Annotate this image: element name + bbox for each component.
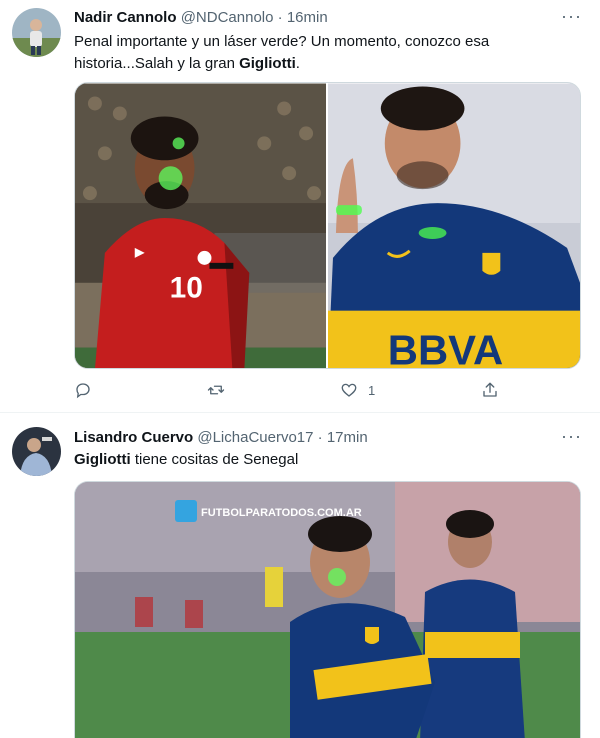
tweet-text: Penal importante y un láser verde? Un mo… bbox=[74, 31, 574, 75]
reply-icon bbox=[76, 383, 90, 399]
share-icon bbox=[483, 382, 497, 397]
share-button[interactable] bbox=[481, 381, 509, 399]
dot-separator: · bbox=[317, 429, 323, 446]
tweet-text-bold: Gigliotti bbox=[239, 55, 296, 72]
tweet-text-part: tiene cositas de Senegal bbox=[130, 451, 299, 468]
like-count: 1 bbox=[368, 382, 376, 398]
tweet-lisandro-cuervo[interactable]: Lisandro Cuervo @LichaCuervo17 · 17min ·… bbox=[0, 413, 600, 738]
tweet-text-part: . bbox=[295, 55, 300, 72]
retweet-icon bbox=[207, 385, 225, 395]
tweet-text-bold: Gigliotti bbox=[74, 451, 131, 468]
timestamp[interactable]: 16min bbox=[287, 9, 328, 26]
media-photo-right[interactable]: BBVA bbox=[328, 83, 580, 369]
avatar[interactable] bbox=[12, 427, 61, 476]
shirt-number: 10 bbox=[170, 272, 203, 305]
handle[interactable]: @LichaCuervo17 bbox=[197, 429, 313, 446]
timestamp[interactable]: 17min bbox=[327, 429, 368, 446]
avatar[interactable] bbox=[12, 8, 61, 57]
tweet-text: Gigliotti tiene cositas de Senegal bbox=[74, 449, 574, 471]
like-icon bbox=[341, 383, 357, 397]
dot-separator: · bbox=[277, 9, 283, 26]
more-icon[interactable]: ··· bbox=[561, 6, 582, 27]
tweet-header: Lisandro Cuervo @LichaCuervo17 · 17min bbox=[74, 429, 368, 447]
more-icon[interactable]: ··· bbox=[561, 426, 582, 447]
retweet-button[interactable] bbox=[207, 381, 235, 399]
like-button[interactable]: 1 bbox=[340, 381, 375, 399]
tweet-nadir-cannolo[interactable]: Nadir Cannolo @NDCannolo · 16min ··· Pen… bbox=[0, 0, 600, 413]
media-photo[interactable]: FUTBOLPARATODOS.COM.AR bbox=[75, 482, 581, 738]
tweet-media[interactable]: FUTBOLPARATODOS.COM.AR bbox=[74, 481, 581, 738]
tweet-media[interactable]: 10 BBVA bbox=[74, 82, 581, 369]
sponsor-text: BBVA bbox=[388, 326, 503, 369]
display-name[interactable]: Lisandro Cuervo bbox=[74, 429, 193, 446]
reply-button[interactable] bbox=[74, 381, 102, 399]
handle[interactable]: @NDCannolo bbox=[181, 9, 274, 26]
media-photo-left[interactable]: 10 bbox=[75, 83, 326, 369]
tweet-header: Nadir Cannolo @NDCannolo · 16min bbox=[74, 9, 328, 27]
display-name[interactable]: Nadir Cannolo bbox=[74, 9, 177, 26]
tweet-actions: 1 bbox=[74, 381, 504, 403]
